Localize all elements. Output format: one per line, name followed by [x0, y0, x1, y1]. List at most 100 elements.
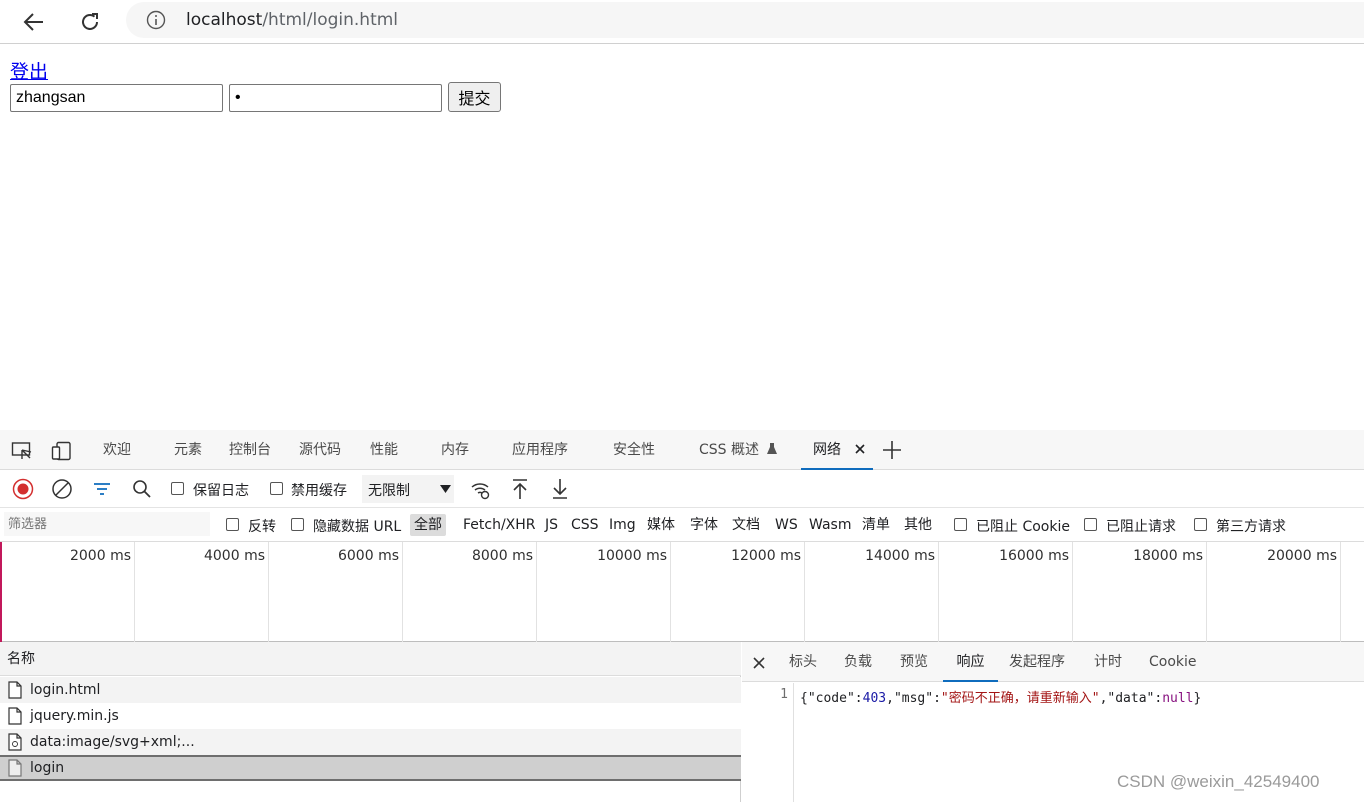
- submit-button[interactable]: 提交: [448, 82, 501, 112]
- network-conditions-icon[interactable]: [470, 479, 492, 501]
- disable-cache-label: 禁用缓存: [291, 483, 347, 499]
- request-name: jquery.min.js: [30, 708, 119, 724]
- tab-network-label: 网络: [813, 442, 841, 458]
- invert-checkbox[interactable]: [226, 518, 239, 531]
- dropdown-triangle-icon: [440, 485, 451, 493]
- request-row-login-selected[interactable]: login: [0, 755, 741, 781]
- devtools-tab-bar: 欢迎 元素 控制台 源代码 性能 内存 应用程序 安全性 CSS 概述 网络: [0, 430, 1364, 470]
- tick-label: 10000 ms: [597, 548, 667, 564]
- tab-welcome[interactable]: 欢迎: [103, 430, 131, 470]
- tab-performance[interactable]: 性能: [370, 430, 398, 470]
- tab-css-overview-label: CSS 概述: [699, 442, 759, 458]
- tab-security[interactable]: 安全性: [613, 430, 655, 470]
- search-icon[interactable]: [131, 478, 153, 500]
- timeline-tick: 14000 ms: [805, 542, 939, 642]
- logout-link[interactable]: 登出: [10, 57, 48, 84]
- request-name: login.html: [30, 682, 101, 698]
- timeline-tick: 20000 ms: [1207, 542, 1341, 642]
- password-input[interactable]: [229, 84, 442, 112]
- network-toolbar: 保留日志 禁用缓存 无限制: [0, 470, 1364, 508]
- line-number-gutter: 1: [742, 683, 794, 802]
- reload-button[interactable]: [72, 4, 108, 40]
- detail-tab-initiator[interactable]: 发起程序: [1009, 642, 1065, 682]
- device-emulation-icon[interactable]: [50, 440, 74, 462]
- filter-input[interactable]: [4, 512, 210, 536]
- detail-tab-headers[interactable]: 标头: [789, 642, 817, 682]
- type-filter-all[interactable]: 全部: [410, 514, 446, 536]
- back-button[interactable]: [16, 4, 52, 40]
- username-input[interactable]: [10, 84, 223, 112]
- tick-label: 20000 ms: [1267, 548, 1337, 564]
- watermark-text: CSDN @weixin_42549400: [1117, 772, 1320, 791]
- timeline-tick: 4000 ms: [135, 542, 269, 642]
- type-filter-font[interactable]: 字体: [690, 514, 718, 536]
- throttling-select[interactable]: 无限制: [362, 475, 454, 503]
- json-value: 403: [862, 691, 887, 706]
- third-party-checkbox[interactable]: [1194, 518, 1207, 531]
- script-file-icon: [8, 707, 22, 725]
- record-stop-icon[interactable]: [12, 478, 34, 500]
- network-overview-timeline[interactable]: 2000 ms 4000 ms 6000 ms 8000 ms 10000 ms…: [0, 542, 1364, 642]
- tab-application[interactable]: 应用程序: [512, 430, 568, 470]
- detail-tab-bar: 标头 负载 预览 响应 发起程序 计时 Cookie: [742, 642, 1364, 682]
- detail-tab-timing[interactable]: 计时: [1094, 642, 1122, 682]
- document-icon: [8, 759, 22, 777]
- type-filter-img[interactable]: Img: [609, 514, 636, 536]
- timeline-tick: 10000 ms: [537, 542, 671, 642]
- response-body[interactable]: {"code":403,"msg":"密码不正确，请重新输入","data":n…: [800, 687, 1201, 706]
- blocked-cookies-checkbox[interactable]: [954, 518, 967, 531]
- detail-tab-preview[interactable]: 预览: [900, 642, 928, 682]
- blocked-cookies-label: 已阻止 Cookie: [976, 519, 1070, 535]
- close-tab-icon[interactable]: [855, 444, 866, 454]
- type-filter-manifest[interactable]: 清单: [862, 514, 890, 536]
- inspect-element-icon[interactable]: [10, 440, 34, 462]
- disable-cache-checkbox[interactable]: [270, 482, 283, 495]
- tick-label: 4000 ms: [203, 548, 265, 564]
- tick-label: 18000 ms: [1133, 548, 1203, 564]
- detail-tab-cookies[interactable]: Cookie: [1149, 642, 1197, 682]
- address-bar[interactable]: localhost/html/login.html: [126, 2, 1364, 38]
- request-row-login-html[interactable]: login.html: [0, 677, 741, 703]
- tab-memory[interactable]: 内存: [441, 430, 469, 470]
- close-detail-icon[interactable]: [752, 656, 766, 670]
- json-key: "msg": [893, 691, 934, 706]
- export-har-icon[interactable]: [549, 477, 571, 501]
- tab-css-overview[interactable]: CSS 概述: [699, 430, 778, 470]
- info-icon[interactable]: [146, 10, 166, 30]
- tab-sources[interactable]: 源代码: [299, 430, 341, 470]
- url-host: localhost: [186, 10, 263, 30]
- tab-elements[interactable]: 元素: [174, 430, 202, 470]
- blocked-requests-checkbox[interactable]: [1084, 518, 1097, 531]
- detail-tab-response[interactable]: 响应: [943, 642, 998, 682]
- line-number: 1: [780, 687, 788, 702]
- type-filter-fetch-xhr[interactable]: Fetch/XHR: [463, 514, 536, 536]
- filter-icon[interactable]: [91, 478, 113, 500]
- detail-tab-payload[interactable]: 负载: [844, 642, 872, 682]
- reload-icon: [82, 13, 98, 30]
- hide-data-urls-label: 隐藏数据 URL: [313, 519, 402, 535]
- preserve-log-checkbox[interactable]: [171, 482, 184, 495]
- network-filter-bar: 反转 隐藏数据 URL 全部 Fetch/XHR JS CSS Img 媒体 字…: [0, 508, 1364, 542]
- request-row-data-svg[interactable]: data:image/svg+xml;...: [0, 729, 741, 755]
- add-tab-plus-icon[interactable]: [881, 439, 903, 461]
- type-filter-js[interactable]: JS: [545, 514, 558, 536]
- timeline-tick: 18000 ms: [1073, 542, 1207, 642]
- type-filter-doc[interactable]: 文档: [732, 514, 760, 536]
- tab-console[interactable]: 控制台: [229, 430, 271, 470]
- document-icon: [8, 681, 22, 699]
- request-row-jquery[interactable]: jquery.min.js: [0, 703, 741, 729]
- tick-label: 16000 ms: [999, 548, 1069, 564]
- name-column-header[interactable]: 名称: [0, 642, 741, 676]
- type-filter-media[interactable]: 媒体: [647, 514, 675, 536]
- clear-icon[interactable]: [51, 478, 73, 500]
- tab-network[interactable]: 网络: [801, 430, 873, 470]
- page-content: 登出 提交: [0, 45, 1364, 430]
- type-filter-ws[interactable]: WS: [775, 514, 798, 536]
- invert-label: 反转: [248, 519, 276, 535]
- type-filter-other[interactable]: 其他: [904, 514, 932, 536]
- hide-data-urls-checkbox[interactable]: [291, 518, 304, 531]
- type-filter-wasm[interactable]: Wasm: [809, 514, 851, 536]
- import-har-icon[interactable]: [509, 477, 531, 501]
- type-filter-css[interactable]: CSS: [571, 514, 599, 536]
- third-party-label: 第三方请求: [1216, 519, 1286, 535]
